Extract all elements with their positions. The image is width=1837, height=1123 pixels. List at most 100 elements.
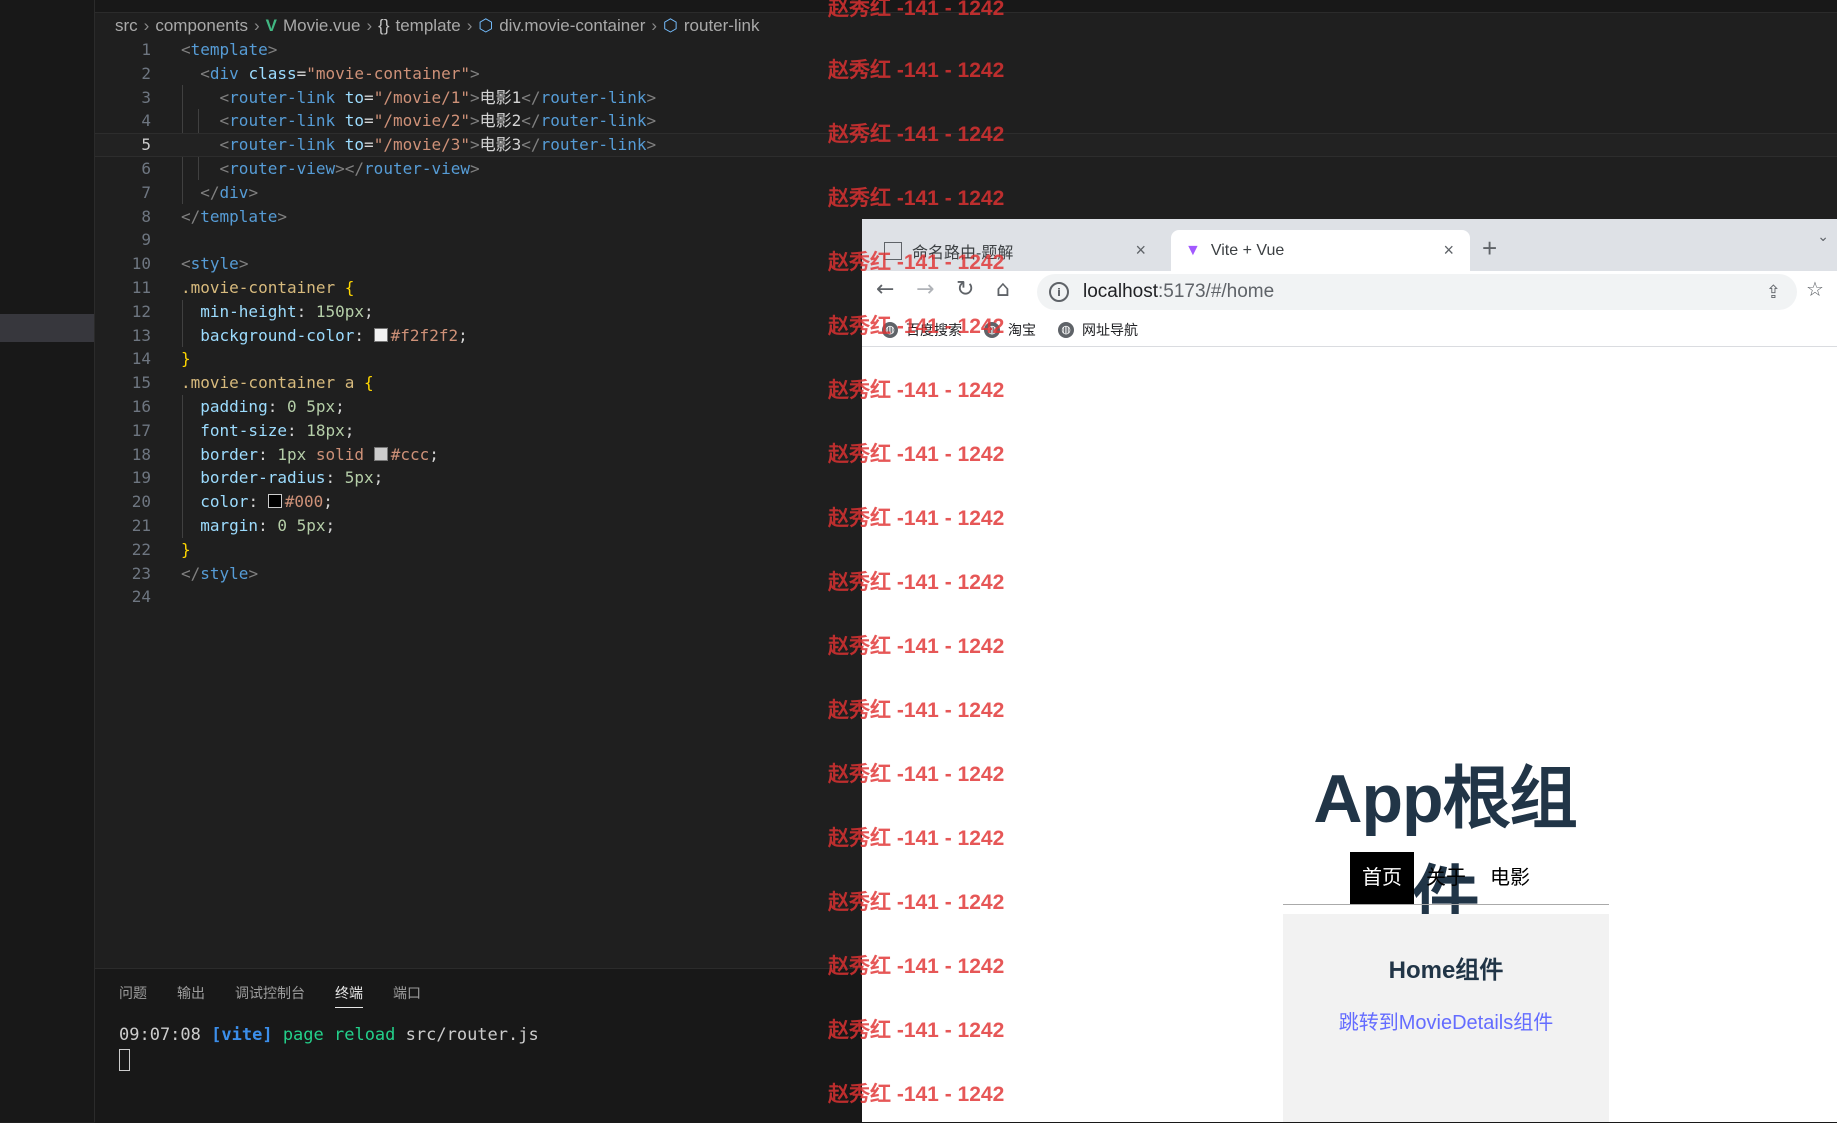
home-title: Home组件 — [1388, 957, 1504, 984]
breadcrumb-components[interactable]: components — [155, 16, 248, 36]
back-icon[interactable]: ← — [876, 277, 894, 302]
image-icon — [884, 241, 902, 260]
terminal-file: src/router.js — [405, 1025, 539, 1045]
code-line[interactable]: 4 <router-link to="/movie/2">电影2</router… — [95, 109, 1837, 133]
line-number: 20 — [131, 492, 151, 512]
tab-output[interactable]: 输出 — [177, 983, 205, 1008]
breadcrumb-src[interactable]: src — [115, 16, 138, 36]
cube-icon: ⬡ — [478, 16, 494, 35]
home-icon[interactable]: ⌂ — [996, 277, 1010, 302]
browser-tab-title: Vite + Vue — [1210, 241, 1285, 259]
color-swatch[interactable] — [267, 494, 282, 509]
tab-debug-console[interactable]: 调试控制台 — [235, 983, 305, 1008]
nav-link-home[interactable]: 首页 — [1350, 852, 1414, 904]
code-text: <router-view></router-view> — [219, 158, 480, 178]
new-tab-button[interactable]: + — [1482, 233, 1497, 264]
code-text: </style> — [181, 563, 259, 583]
vue-icon: V — [265, 16, 277, 35]
code-text: <div class="movie-container"> — [200, 63, 480, 83]
line-number: 6 — [141, 158, 151, 178]
terminal-time: 09:07:08 — [119, 1025, 201, 1045]
movie-details-link[interactable]: 跳转到MovieDetails组件 — [1283, 1006, 1609, 1035]
line-number: 10 — [131, 254, 151, 274]
share-icon[interactable]: ⇪ — [1766, 282, 1781, 303]
sidebar-selected-item[interactable] — [0, 314, 94, 342]
browser-tab-1[interactable]: 命名路由-题解 × — [872, 230, 1162, 271]
star-icon[interactable]: ☆ — [1806, 277, 1824, 301]
code-text: min-height: 150px; — [200, 301, 374, 321]
line-number: 15 — [131, 373, 151, 393]
breadcrumb: src › components › V Movie.vue › {} temp… — [115, 14, 759, 38]
line-number: 21 — [131, 515, 151, 535]
code-line[interactable]: 6 <router-view></router-view> — [95, 157, 1837, 181]
tab-problems[interactable]: 问题 — [119, 983, 147, 1008]
line-number: 17 — [131, 420, 151, 440]
code-line[interactable]: 3 <router-link to="/movie/1">电影1</router… — [95, 86, 1837, 110]
tab-terminal[interactable]: 终端 — [335, 983, 363, 1008]
address-bar[interactable]: i localhost:5173/#/home ⇪ — [1037, 274, 1797, 310]
code-text: </div> — [200, 182, 259, 202]
line-number: 12 — [131, 301, 151, 321]
line-number: 19 — [131, 468, 151, 488]
nav-link-about[interactable]: 关于 — [1414, 852, 1478, 904]
browser-tab-title: 命名路由-题解 — [912, 244, 1014, 262]
code-text: border: 1px solid #ccc; — [200, 444, 439, 464]
code-text: .movie-container { — [181, 277, 355, 297]
code-text: color: #000; — [200, 492, 333, 512]
code-line[interactable]: 7 </div> — [95, 181, 1837, 205]
chevron-right-icon: › — [466, 16, 473, 35]
line-number: 4 — [141, 111, 151, 131]
close-icon[interactable]: × — [1443, 240, 1454, 261]
activity-sidebar — [0, 0, 95, 1122]
line-number: 7 — [141, 182, 151, 202]
breadcrumb-file[interactable]: Movie.vue — [283, 16, 360, 36]
code-text: <router-link to="/movie/2">电影2</router-l… — [219, 111, 657, 131]
braces-icon: {} — [378, 16, 390, 35]
panel-tabs: 问题 输出 调试控制台 终端 端口 — [119, 983, 421, 1008]
code-line-current[interactable]: 5 <router-link to="/movie/3">电影3</router… — [95, 133, 1837, 157]
breadcrumb-router-link[interactable]: router-link — [684, 16, 760, 36]
terminal-output[interactable]: 09:07:08 [vite] page reload src/router.j… — [119, 1025, 539, 1076]
line-number: 14 — [131, 349, 151, 369]
terminal-message: page reload — [282, 1025, 396, 1045]
color-swatch[interactable] — [373, 446, 388, 461]
close-icon[interactable]: × — [1135, 240, 1146, 261]
code-text: <template> — [181, 40, 278, 59]
forward-icon[interactable]: → — [916, 277, 934, 302]
nav-link-movie[interactable]: 电影 — [1478, 852, 1542, 904]
browser-tab-2[interactable]: ▼ Vite + Vue × — [1171, 230, 1470, 271]
reload-icon[interactable]: ↻ — [956, 277, 974, 302]
color-swatch[interactable] — [373, 327, 388, 342]
chevron-down-icon[interactable]: ⌄ — [1817, 229, 1829, 245]
chevron-right-icon: › — [366, 16, 373, 35]
url-text[interactable]: localhost:5173/#/home — [1083, 281, 1274, 303]
line-number: 24 — [131, 587, 151, 607]
breadcrumb-template[interactable]: template — [396, 16, 461, 36]
code-line[interactable]: 2 <div class="movie-container"> — [95, 62, 1837, 86]
globe-icon: ◍ — [1058, 321, 1074, 338]
bookmark-item[interactable]: ◍ 百度搜索 — [882, 320, 962, 340]
line-number: 23 — [131, 563, 151, 583]
terminal-tag: [vite] — [211, 1025, 273, 1045]
code-line[interactable]: 1 <template> — [95, 38, 1837, 62]
info-icon[interactable]: i — [1049, 282, 1069, 302]
chevron-right-icon: › — [143, 16, 150, 35]
line-number: 9 — [141, 230, 151, 250]
globe-icon: ◍ — [882, 321, 898, 338]
browser-toolbar: ← → ↻ ⌂ i localhost:5173/#/home ⇪ ☆ — [862, 271, 1837, 313]
home-component: Home组件 跳转到MovieDetails组件 — [1283, 914, 1609, 1122]
browser-window: 命名路由-题解 × ▼ Vite + Vue × + ⌄ ← → ↻ ⌂ i l… — [862, 219, 1837, 1122]
line-number: 8 — [141, 206, 151, 226]
code-text: } — [181, 539, 191, 559]
line-number: 16 — [131, 396, 151, 416]
line-number: 22 — [131, 539, 151, 559]
bookmark-item[interactable]: ◍ 淘宝 — [984, 320, 1036, 340]
bookmark-item[interactable]: ◍ 网址导航 — [1058, 320, 1138, 340]
line-number: 5 — [141, 135, 151, 155]
tab-ports[interactable]: 端口 — [393, 983, 421, 1008]
breadcrumb-div[interactable]: div.movie-container — [499, 16, 645, 36]
code-text: } — [181, 349, 191, 369]
line-number: 3 — [141, 87, 151, 107]
code-text: background-color: #f2f2f2; — [200, 325, 468, 345]
code-text: <router-link to="/movie/3">电影3</router-l… — [219, 135, 657, 155]
